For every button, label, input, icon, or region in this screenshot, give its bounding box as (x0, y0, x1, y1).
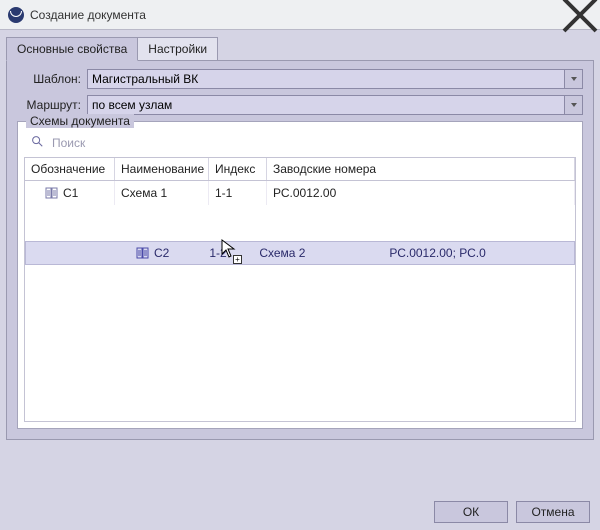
row-route: Маршрут: по всем узлам (17, 95, 583, 115)
col-header-name[interactable]: Наименование (115, 158, 209, 180)
app-icon (8, 7, 24, 23)
scheme-icon (136, 246, 150, 260)
drag-name: Схема 2 (259, 246, 389, 260)
drag-index: 1-2 (209, 246, 259, 260)
scheme-icon (45, 186, 59, 200)
drag-factory: РС.0012.00; РС.0 (389, 246, 485, 260)
template-value: Магистральный ВК (88, 70, 564, 88)
dialog-footer: ОК Отмена (0, 494, 600, 530)
search-input[interactable] (50, 135, 570, 151)
group-schemes: Схемы документа Обозначение Наименование… (17, 121, 583, 429)
tab-main-properties[interactable]: Основные свойства (6, 37, 138, 61)
cell-index: 1-1 (209, 181, 267, 205)
cell-name: Схема 1 (115, 181, 209, 205)
ok-button[interactable]: ОК (434, 501, 508, 523)
template-dropdown-button[interactable] (564, 70, 582, 88)
table-header: Обозначение Наименование Индекс Заводски… (25, 158, 575, 181)
table-body: С1 Схема 1 1-1 РС.0012.00 (25, 181, 575, 421)
table-row[interactable]: С1 Схема 1 1-1 РС.0012.00 (25, 181, 575, 205)
template-combo[interactable]: Магистральный ВК (87, 69, 583, 89)
close-button[interactable] (560, 0, 600, 30)
tab-panel-main: Шаблон: Магистральный ВК Маршрут: по все… (6, 60, 594, 440)
tabstrip: Основные свойства Настройки (0, 30, 600, 60)
drag-row[interactable]: С2 1-2 Схема 2 РС.0012.00; РС.0 (25, 241, 575, 265)
col-header-factory[interactable]: Заводские номера (267, 158, 575, 180)
cell-designation: С1 (63, 186, 78, 200)
schemes-table: Обозначение Наименование Индекс Заводски… (24, 157, 576, 422)
window-title: Создание документа (30, 8, 560, 22)
route-value: по всем узлам (88, 96, 564, 114)
cell-factory: РС.0012.00 (267, 181, 575, 205)
search-icon (30, 134, 44, 151)
drag-designation: С2 (154, 246, 169, 260)
titlebar: Создание документа (0, 0, 600, 30)
route-dropdown-button[interactable] (564, 96, 582, 114)
route-label: Маршрут: (17, 98, 81, 112)
cancel-button[interactable]: Отмена (516, 501, 590, 523)
tab-settings[interactable]: Настройки (138, 37, 218, 61)
search-bar (24, 130, 576, 157)
template-label: Шаблон: (17, 72, 81, 86)
col-header-index[interactable]: Индекс (209, 158, 267, 180)
row-template: Шаблон: Магистральный ВК (17, 69, 583, 89)
col-header-designation[interactable]: Обозначение (25, 158, 115, 180)
group-legend: Схемы документа (26, 114, 134, 128)
route-combo[interactable]: по всем узлам (87, 95, 583, 115)
